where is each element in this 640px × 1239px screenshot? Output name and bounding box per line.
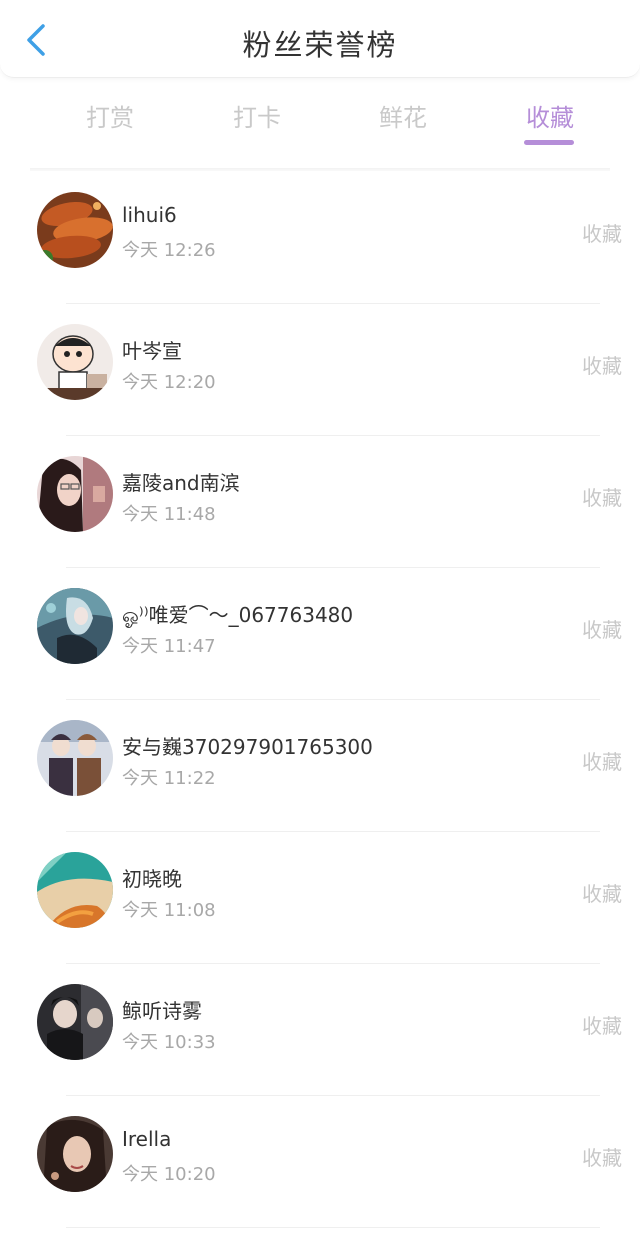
- tab-reward[interactable]: 打赏: [70, 98, 150, 133]
- avatar: [37, 720, 113, 796]
- fan-name: lihui6: [122, 203, 177, 227]
- fan-time: 今天 10:20: [122, 1164, 216, 1185]
- list-item[interactable]: 安与巍370297901765300 今天 11:22 收藏: [0, 700, 640, 832]
- page-title: 粉丝荣誉榜: [242, 28, 398, 62]
- tab-checkin[interactable]: 打卡: [217, 98, 297, 133]
- fan-action-label: 收藏: [582, 486, 622, 510]
- header-bar: 粉丝荣誉榜: [0, 0, 640, 78]
- avatar: [37, 1116, 113, 1192]
- fan-time: 今天 11:47: [122, 636, 216, 657]
- fan-time: 今天 11:08: [122, 900, 216, 921]
- fan-honor-page: 粉丝荣誉榜 打赏 打卡 鲜花 收藏 lihui6 今天 12:26 收藏 叶岑宣…: [0, 0, 640, 1239]
- avatar: [37, 192, 113, 268]
- fan-action-label: 收藏: [582, 354, 622, 378]
- list-item[interactable]: Irella 今天 10:20 收藏: [0, 1096, 640, 1228]
- fan-action-label: 收藏: [582, 882, 622, 906]
- fan-name: ஓ⁾⁾唯爱⌒～_067763480: [122, 603, 354, 627]
- list-item[interactable]: 嘉陵and南滨 今天 11:48 收藏: [0, 436, 640, 568]
- active-tab-indicator: [524, 140, 574, 145]
- avatar: [37, 324, 113, 400]
- list-item[interactable]: 叶岑宣 今天 12:20 收藏: [0, 304, 640, 436]
- fan-name: 安与巍370297901765300: [122, 735, 373, 759]
- tab-favorites[interactable]: 收藏: [510, 98, 590, 133]
- avatar: [37, 588, 113, 664]
- tabs-divider: [30, 168, 610, 171]
- fan-list: lihui6 今天 12:26 收藏 叶岑宣 今天 12:20 收藏 嘉陵and…: [0, 172, 640, 1228]
- list-item[interactable]: lihui6 今天 12:26 收藏: [0, 172, 640, 304]
- fan-time: 今天 12:26: [122, 240, 216, 261]
- fan-name: 嘉陵and南滨: [122, 471, 240, 495]
- tab-flowers[interactable]: 鲜花: [363, 98, 443, 133]
- fan-action-label: 收藏: [582, 618, 622, 642]
- fan-action-label: 收藏: [582, 750, 622, 774]
- fan-name: Irella: [122, 1127, 172, 1151]
- fan-time: 今天 12:20: [122, 372, 216, 393]
- fan-name: 叶岑宣: [122, 339, 182, 363]
- avatar: [37, 852, 113, 928]
- list-item[interactable]: 鲸听诗雾 今天 10:33 收藏: [0, 964, 640, 1096]
- avatar: [37, 984, 113, 1060]
- fan-time: 今天 10:33: [122, 1032, 216, 1053]
- avatar: [37, 456, 113, 532]
- fan-time: 今天 11:48: [122, 504, 216, 525]
- fan-action-label: 收藏: [582, 1014, 622, 1038]
- fan-action-label: 收藏: [582, 1146, 622, 1170]
- list-item[interactable]: ஓ⁾⁾唯爱⌒～_067763480 今天 11:47 收藏: [0, 568, 640, 700]
- fan-action-label: 收藏: [582, 222, 622, 246]
- tab-bar: 打赏 打卡 鲜花 收藏: [0, 90, 640, 150]
- fan-time: 今天 11:22: [122, 768, 216, 789]
- fan-name: 初晓晚: [122, 867, 182, 891]
- fan-name: 鲸听诗雾: [122, 999, 202, 1023]
- list-item[interactable]: 初晓晚 今天 11:08 收藏: [0, 832, 640, 964]
